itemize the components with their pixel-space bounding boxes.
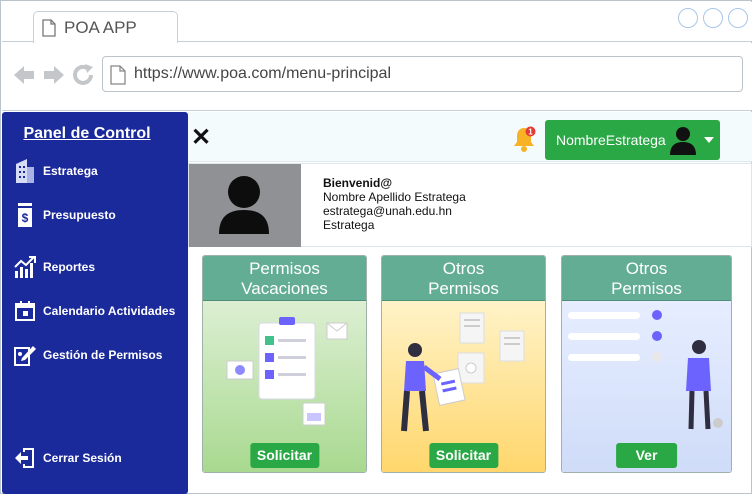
top-bar: ✕ 1 NombreEstratega xyxy=(188,112,752,162)
sidebar-item-label: Gestión de Permisos xyxy=(43,348,163,362)
card-otros-permisos-solicitar: Otros Permisos Solicitar xyxy=(381,255,546,473)
greeting: Bienvenid@ xyxy=(323,176,393,190)
permissions-icon xyxy=(12,342,38,368)
email: estratega@unah.edu.hn xyxy=(323,204,452,218)
logout-button[interactable]: Cerrar Sesión xyxy=(12,445,122,471)
page-icon xyxy=(110,65,126,85)
user-avatar-icon xyxy=(670,127,696,155)
address-bar[interactable]: https://www.poa.com/menu-principal xyxy=(102,56,743,92)
ver-button[interactable]: Ver xyxy=(615,443,678,468)
card-header: Otros Permisos xyxy=(382,256,545,301)
user-menu-button[interactable]: NombreEstratega xyxy=(545,120,720,160)
profile-card: Bienvenid@ Nombre Apellido Estratega est… xyxy=(188,163,752,247)
role: Estratega xyxy=(323,218,375,232)
card-body: Solicitar xyxy=(203,301,366,472)
card-title-line1: Otros xyxy=(442,259,485,278)
notification-bell-icon[interactable]: 1 xyxy=(510,125,538,153)
refresh-icon[interactable] xyxy=(72,64,96,86)
card-otros-permisos-ver: Otros Permisos Ver xyxy=(561,255,732,473)
card-title-line2: Permisos xyxy=(428,279,499,298)
profile-photo xyxy=(189,164,301,247)
sidebar-item-calendario[interactable]: Calendario Actividades xyxy=(12,298,175,324)
card-title-line1: Otros xyxy=(625,259,668,278)
solicitar-button[interactable]: Solicitar xyxy=(249,443,320,468)
sidebar-title[interactable]: Panel de Control xyxy=(2,125,172,143)
sidebar-item-label: Presupuesto xyxy=(43,208,116,222)
card-body: Ver xyxy=(562,301,731,472)
svg-text:$: $ xyxy=(22,211,29,225)
browser-nav-bar: https://www.poa.com/menu-principal xyxy=(2,43,752,111)
sidebar-item-label: Estratega xyxy=(43,164,98,178)
profile-info: Bienvenid@ Nombre Apellido Estratega est… xyxy=(323,176,466,232)
full-name: Nombre Apellido Estratega xyxy=(323,190,466,204)
sidebar-item-estratega[interactable]: Estratega xyxy=(12,158,98,184)
solicitar-button[interactable]: Solicitar xyxy=(428,443,499,468)
building-icon xyxy=(12,158,38,184)
calendar-icon xyxy=(12,298,38,324)
card-title-line1: Permisos xyxy=(249,259,320,278)
budget-icon: $ xyxy=(12,202,38,228)
browser-tab-bar: POA APP xyxy=(2,2,752,43)
card-header: Otros Permisos xyxy=(562,256,731,301)
document-icon xyxy=(42,19,56,37)
url-text: https://www.poa.com/menu-principal xyxy=(134,65,391,82)
card-permisos-vacaciones: Permisos Vacaciones Solicitar xyxy=(202,255,367,473)
card-header: Permisos Vacaciones xyxy=(203,256,366,301)
sidebar-item-presupuesto[interactable]: $ Presupuesto xyxy=(12,202,116,228)
app-window: POA APP https://www.poa.com/menu-princip… xyxy=(0,0,752,494)
logout-icon xyxy=(12,445,38,471)
browser-tab[interactable]: POA APP xyxy=(33,11,178,43)
back-arrow-icon[interactable] xyxy=(12,64,36,86)
close-menu-icon[interactable]: ✕ xyxy=(191,123,211,152)
user-name: NombreEstratega xyxy=(556,132,666,148)
sidebar: Panel de Control Estratega $ Presupuesto… xyxy=(2,112,188,494)
forward-arrow-icon[interactable] xyxy=(42,64,66,86)
notification-count: 1 xyxy=(528,128,533,137)
user-placeholder-icon xyxy=(219,176,269,234)
minimize-button[interactable] xyxy=(678,8,698,28)
sidebar-item-reportes[interactable]: Reportes xyxy=(12,254,95,280)
maximize-button[interactable] xyxy=(703,8,723,28)
sidebar-item-gestion-permisos[interactable]: Gestión de Permisos xyxy=(12,342,162,368)
card-body: Solicitar xyxy=(382,301,545,472)
close-window-button[interactable] xyxy=(728,8,748,28)
card-title-line2: Vacaciones xyxy=(241,279,328,298)
tab-title: POA APP xyxy=(64,18,137,37)
chart-icon xyxy=(12,254,38,280)
chevron-down-icon xyxy=(704,137,714,143)
logout-label: Cerrar Sesión xyxy=(43,451,122,465)
sidebar-item-label: Reportes xyxy=(43,260,96,274)
sidebar-item-label: Calendario Actividades xyxy=(43,304,176,318)
card-title-line2: Permisos xyxy=(611,279,682,298)
